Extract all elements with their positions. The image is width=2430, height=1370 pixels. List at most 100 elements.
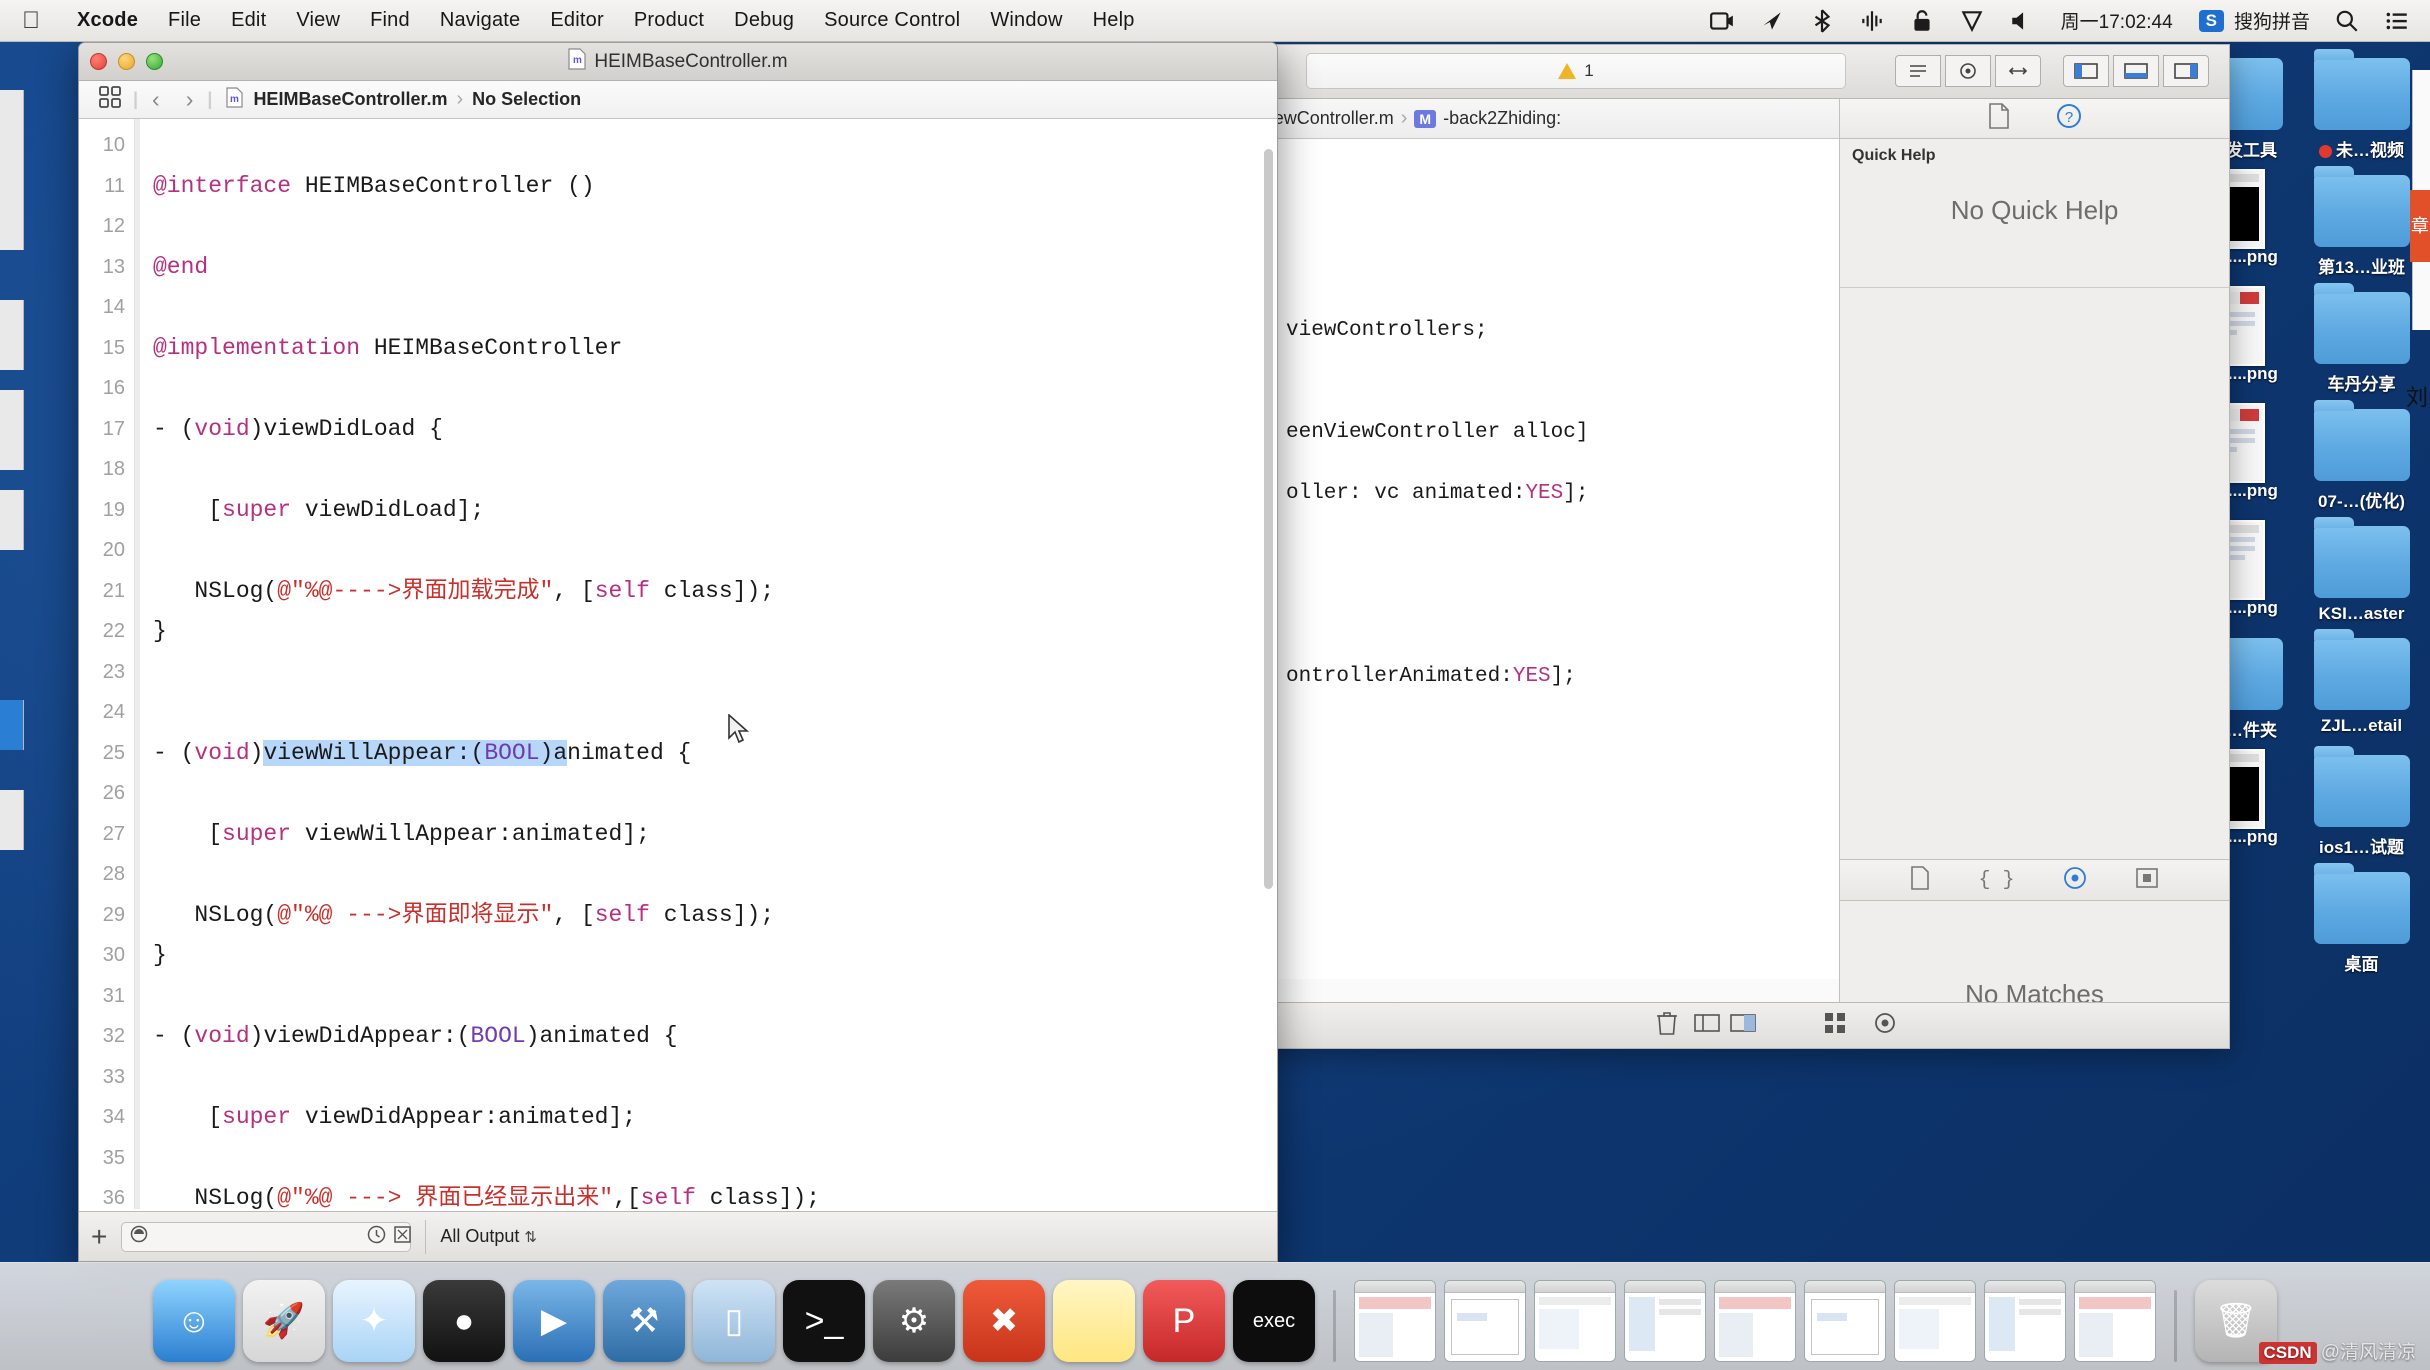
code-line[interactable]: 21 NSLog(@"%@---->界面加载完成", [self class])… [79, 571, 1277, 612]
desktop-icon[interactable]: ZJL…etail [2301, 628, 2422, 741]
code-line[interactable]: 34 [super viewDidAppear:animated]; [79, 1097, 1277, 1138]
menu-item-product[interactable]: Product [619, 9, 719, 32]
clear-icon[interactable] [393, 1225, 412, 1249]
console-layout-icon[interactable] [1694, 1014, 1720, 1037]
menubar-clock[interactable]: 周一17:02:44 [2047, 7, 2187, 34]
dock-item-exec-app[interactable]: exec [1233, 1280, 1315, 1362]
dock-item-xcode[interactable]: ⚒ [603, 1280, 685, 1362]
code-line[interactable]: 28 [79, 854, 1277, 895]
input-method-badge[interactable]: S [2187, 9, 2228, 32]
object-library-icon[interactable] [2063, 866, 2087, 895]
code-line[interactable]: 22} [79, 611, 1277, 652]
code-line[interactable]: 29 NSLog(@"%@ --->界面即将显示", [self class])… [79, 895, 1277, 936]
plus-icon[interactable]: + [91, 1222, 107, 1251]
standard-editor-icon[interactable] [1895, 55, 1941, 87]
code-line[interactable]: 35 [79, 1138, 1277, 1179]
apple-logo-icon[interactable]:  [22, 8, 40, 33]
chevron-right-icon[interactable]: › [174, 86, 206, 113]
code-line[interactable]: 12 [79, 206, 1277, 247]
menu-item-file[interactable]: File [153, 9, 216, 32]
menu-item-navigate[interactable]: Navigate [425, 9, 536, 32]
debug-toggle-icon[interactable] [2113, 55, 2159, 87]
menu-item-xcode[interactable]: Xcode [62, 9, 153, 32]
dock-item-paste-app[interactable]: P [1143, 1280, 1225, 1362]
dock-item-launchpad[interactable]: 🚀 [243, 1280, 325, 1362]
volume-icon[interactable] [1997, 8, 2047, 34]
dock-item-xmind[interactable]: ✖ [963, 1280, 1045, 1362]
code-line[interactable]: 15 @implementation HEIMBaseController [79, 328, 1277, 369]
dock-item-safari[interactable]: ✦ [333, 1280, 415, 1362]
clock-icon[interactable] [367, 1225, 386, 1249]
control-center-list-icon[interactable] [2372, 8, 2430, 34]
code-line[interactable]: 20 [79, 530, 1277, 571]
background-jumpbar-method[interactable]: -back2Zhiding: [1443, 108, 1561, 129]
menu-item-view[interactable]: View [281, 9, 355, 32]
dock-item-window-9[interactable] [2074, 1280, 2156, 1362]
record-icon[interactable] [1874, 1012, 1896, 1039]
airplay-icon[interactable] [1747, 8, 1797, 34]
desktop-icon[interactable]: 未…视频 [2301, 48, 2422, 161]
desktop-icon[interactable]: 桌面 [2301, 862, 2422, 975]
dock-item-window-5[interactable] [1714, 1280, 1796, 1362]
dock-item-finder[interactable]: ☺ [153, 1280, 235, 1362]
assistant-editor-icon[interactable] [1945, 55, 1991, 87]
code-line[interactable]: 13 @end [79, 247, 1277, 288]
code-line[interactable]: 17 - (void)viewDidLoad { [79, 409, 1277, 450]
console-split-icon[interactable] [1730, 1014, 1756, 1037]
version-editor-icon[interactable] [1995, 55, 2041, 87]
dock-item-video-app[interactable]: ▶ [513, 1280, 595, 1362]
desktop-icon[interactable]: KSI…aster [2301, 516, 2422, 624]
dock-item-terminal[interactable]: >_ [783, 1280, 865, 1362]
code-line[interactable]: 14 [79, 287, 1277, 328]
dock-item-window-4[interactable] [1624, 1280, 1706, 1362]
file-inspector-icon[interactable] [1988, 103, 2010, 134]
console-filter-input[interactable] [148, 1227, 368, 1246]
dock-item-window-6[interactable] [1804, 1280, 1886, 1362]
dock-item-mouse-app[interactable]: ● [423, 1280, 505, 1362]
code-line[interactable]: 32 - (void)viewDidAppear:(BOOL)animated { [79, 1016, 1277, 1057]
menu-item-help[interactable]: Help [1078, 9, 1150, 32]
dock-item-window-8[interactable] [1984, 1280, 2066, 1362]
code-line[interactable]: 19 [super viewDidLoad]; [79, 490, 1277, 531]
editor-scrollbar[interactable] [1264, 149, 1273, 889]
background-xcode-window[interactable]: 1 lueViewController.m › M -back2Zhiding:… [1225, 44, 2230, 1049]
grid-icon[interactable] [1824, 1012, 1846, 1039]
media-library-icon[interactable] [2135, 867, 2159, 894]
code-line[interactable]: 26 [79, 773, 1277, 814]
code-line[interactable]: 16 [79, 368, 1277, 409]
menu-item-editor[interactable]: Editor [535, 9, 618, 32]
screen-record-icon[interactable] [1697, 8, 1747, 34]
dock-item-window-3[interactable] [1534, 1280, 1616, 1362]
code-line[interactable]: 10 [79, 125, 1277, 166]
front-xcode-window[interactable]: m HEIMBaseController.m | ‹ › | m HEIMBas… [78, 42, 1278, 1262]
navigator-toggle-icon[interactable] [2063, 55, 2109, 87]
desktop-icon[interactable]: 车丹分享 [2301, 282, 2422, 395]
trash-icon[interactable] [1656, 1011, 1678, 1040]
menu-item-debug[interactable]: Debug [719, 9, 809, 32]
spotlight-search-icon[interactable] [2322, 8, 2372, 34]
front-code-editor[interactable]: 10 11 @interface HEIMBaseController () 12 13… [79, 119, 1277, 1209]
shield-icon[interactable] [1947, 8, 1997, 34]
code-line[interactable]: 25 - (void)viewWillAppear:(BOOL)animated … [79, 733, 1277, 774]
code-line[interactable]: 24 [79, 692, 1277, 733]
menu-item-window[interactable]: Window [975, 9, 1077, 32]
record-icon[interactable] [130, 1225, 148, 1248]
input-method-label[interactable]: 搜狗拼音 [2228, 7, 2322, 34]
code-line[interactable]: 33 [79, 1057, 1277, 1098]
lock-icon[interactable] [1897, 8, 1947, 34]
menu-item-edit[interactable]: Edit [216, 9, 281, 32]
dock-item-window-1[interactable] [1354, 1280, 1436, 1362]
utilities-toggle-icon[interactable] [2163, 55, 2209, 87]
code-snippet-library-icon[interactable]: { } [1978, 869, 2014, 892]
quick-help-icon[interactable]: ? [2056, 103, 2082, 134]
console-filter-field[interactable] [121, 1221, 412, 1252]
desktop-icon[interactable]: 07-…(优化) [2301, 399, 2422, 512]
code-line[interactable]: 30} [79, 935, 1277, 976]
front-jump-bar[interactable]: | ‹ › | m HEIMBaseController.m › No Sele… [79, 81, 1277, 119]
code-line[interactable]: 23 [79, 652, 1277, 693]
output-scope-selector[interactable]: All Output ⇅ [440, 1226, 537, 1247]
chevron-left-icon[interactable]: ‹ [140, 86, 172, 113]
front-window-titlebar[interactable]: m HEIMBaseController.m [79, 43, 1277, 81]
dock-item-simulator[interactable]: ▯ [693, 1280, 775, 1362]
code-line[interactable]: 31 [79, 976, 1277, 1017]
